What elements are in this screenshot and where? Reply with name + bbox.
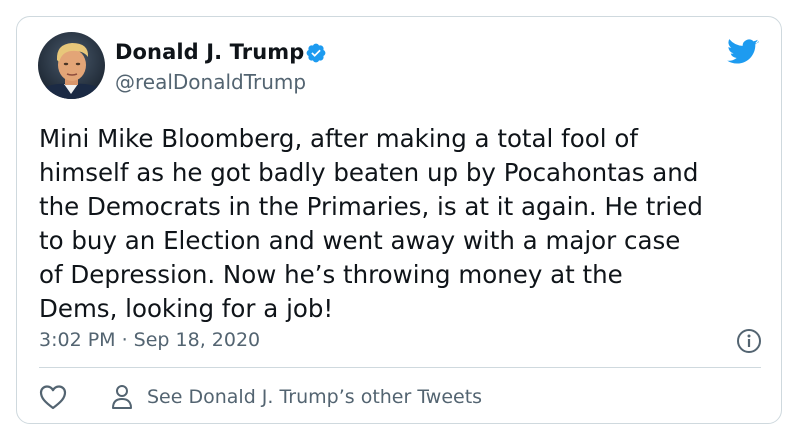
author-handle[interactable]: @realDonaldTrump — [115, 69, 306, 95]
see-other-tweets-label: See Donald J. Trump’s other Tweets — [147, 386, 483, 408]
tweet-text: Mini Mike Bloomberg, after making a tota… — [39, 124, 703, 323]
see-other-tweets-link[interactable]: See Donald J. Trump’s other Tweets — [111, 383, 482, 411]
verified-badge-icon — [306, 43, 326, 63]
divider — [39, 367, 761, 368]
twitter-bird-icon[interactable] — [727, 39, 759, 66]
author-display-name[interactable]: Donald J. Trump — [115, 39, 304, 65]
tweet-timestamp[interactable]: 3:02 PM · Sep 18, 2020 — [39, 328, 260, 352]
heart-icon[interactable] — [39, 384, 67, 410]
info-icon[interactable] — [736, 328, 762, 354]
avatar[interactable] — [38, 32, 105, 99]
tweet-card: Donald J. Trump @realDonaldTrump Mini Mi… — [16, 16, 782, 424]
person-icon — [112, 385, 132, 409]
